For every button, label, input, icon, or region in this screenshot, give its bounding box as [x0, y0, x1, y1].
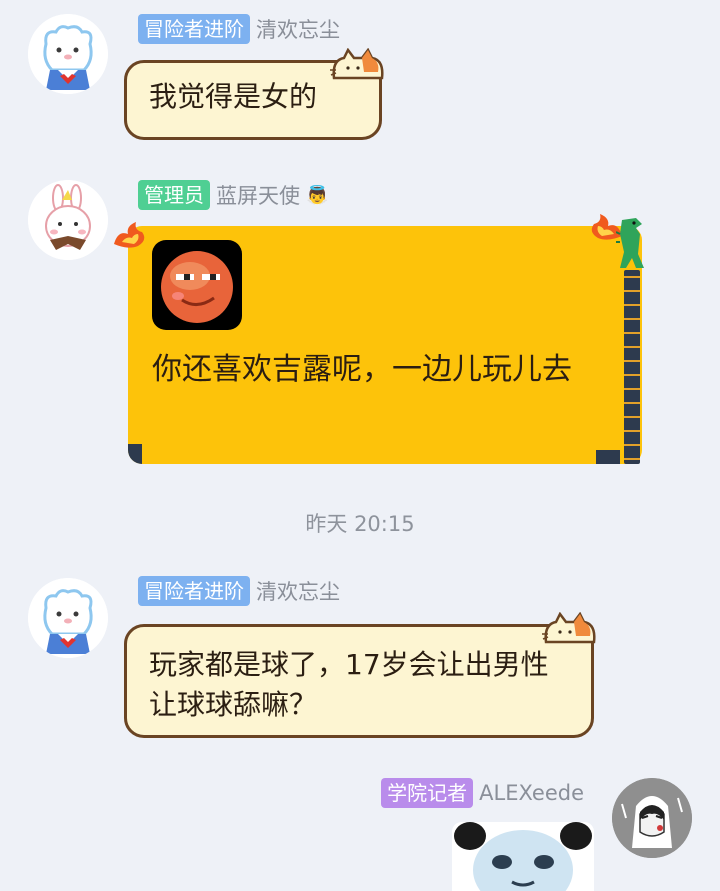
- bunny-avatar-icon: [28, 180, 108, 260]
- sender-name[interactable]: ALEXeede: [479, 781, 584, 805]
- message-text: 你还喜欢吉露呢，一边儿玩儿去: [152, 352, 572, 387]
- building-column-decoration: [624, 270, 640, 464]
- member-level-badge[interactable]: 学院记者: [381, 778, 474, 808]
- admin-badge[interactable]: 管理员: [138, 180, 210, 210]
- user-avatar[interactable]: [28, 180, 108, 260]
- angel-emoji-icon: 👼: [306, 184, 329, 206]
- sticker-image[interactable]: [152, 240, 242, 330]
- panda-meme-sticker-icon: [452, 822, 594, 891]
- user-avatar[interactable]: [28, 578, 108, 658]
- sketch-girl-avatar-icon: [612, 778, 692, 858]
- message-bubble[interactable]: 你还喜欢吉露呢，一边儿玩儿去: [114, 214, 644, 464]
- sender-name[interactable]: 清欢忘尘: [256, 576, 340, 606]
- message-header: 学院记者 ALEXeede: [381, 778, 584, 808]
- message-text: 玩家都是球了，17岁会让出男性让球球舔嘛？: [149, 648, 549, 721]
- sender-name[interactable]: 清欢忘尘: [256, 14, 340, 44]
- building-decoration: [596, 450, 620, 464]
- message-bubble[interactable]: 玩家都是球了，17岁会让出男性让球球舔嘛？: [124, 624, 594, 738]
- user-avatar[interactable]: [612, 778, 692, 858]
- message-header: 冒险者进阶 清欢忘尘: [138, 14, 340, 44]
- dinosaur-icon: [616, 218, 644, 268]
- red-ball-face-sticker-icon: [161, 251, 233, 323]
- bear-sailor-avatar-icon: [28, 578, 108, 658]
- user-avatar[interactable]: [28, 14, 108, 94]
- message-text: 我觉得是女的: [149, 80, 318, 113]
- member-level-badge[interactable]: 冒险者进阶: [138, 576, 250, 606]
- fire-icon: [114, 222, 145, 248]
- member-level-badge[interactable]: 冒险者进阶: [138, 14, 250, 44]
- chat-timestamp: 昨天 20:15: [305, 512, 415, 536]
- building-decoration: [128, 444, 142, 464]
- cat-decoration-icon: [542, 612, 596, 644]
- cat-decoration-icon: [330, 48, 384, 80]
- message-header: 管理员 蓝屏天使 👼: [138, 180, 328, 210]
- message-header: 冒险者进阶 清欢忘尘: [138, 576, 340, 606]
- sticker-image[interactable]: [452, 822, 594, 891]
- bear-sailor-avatar-icon: [28, 14, 108, 94]
- sender-name[interactable]: 蓝屏天使: [216, 180, 300, 210]
